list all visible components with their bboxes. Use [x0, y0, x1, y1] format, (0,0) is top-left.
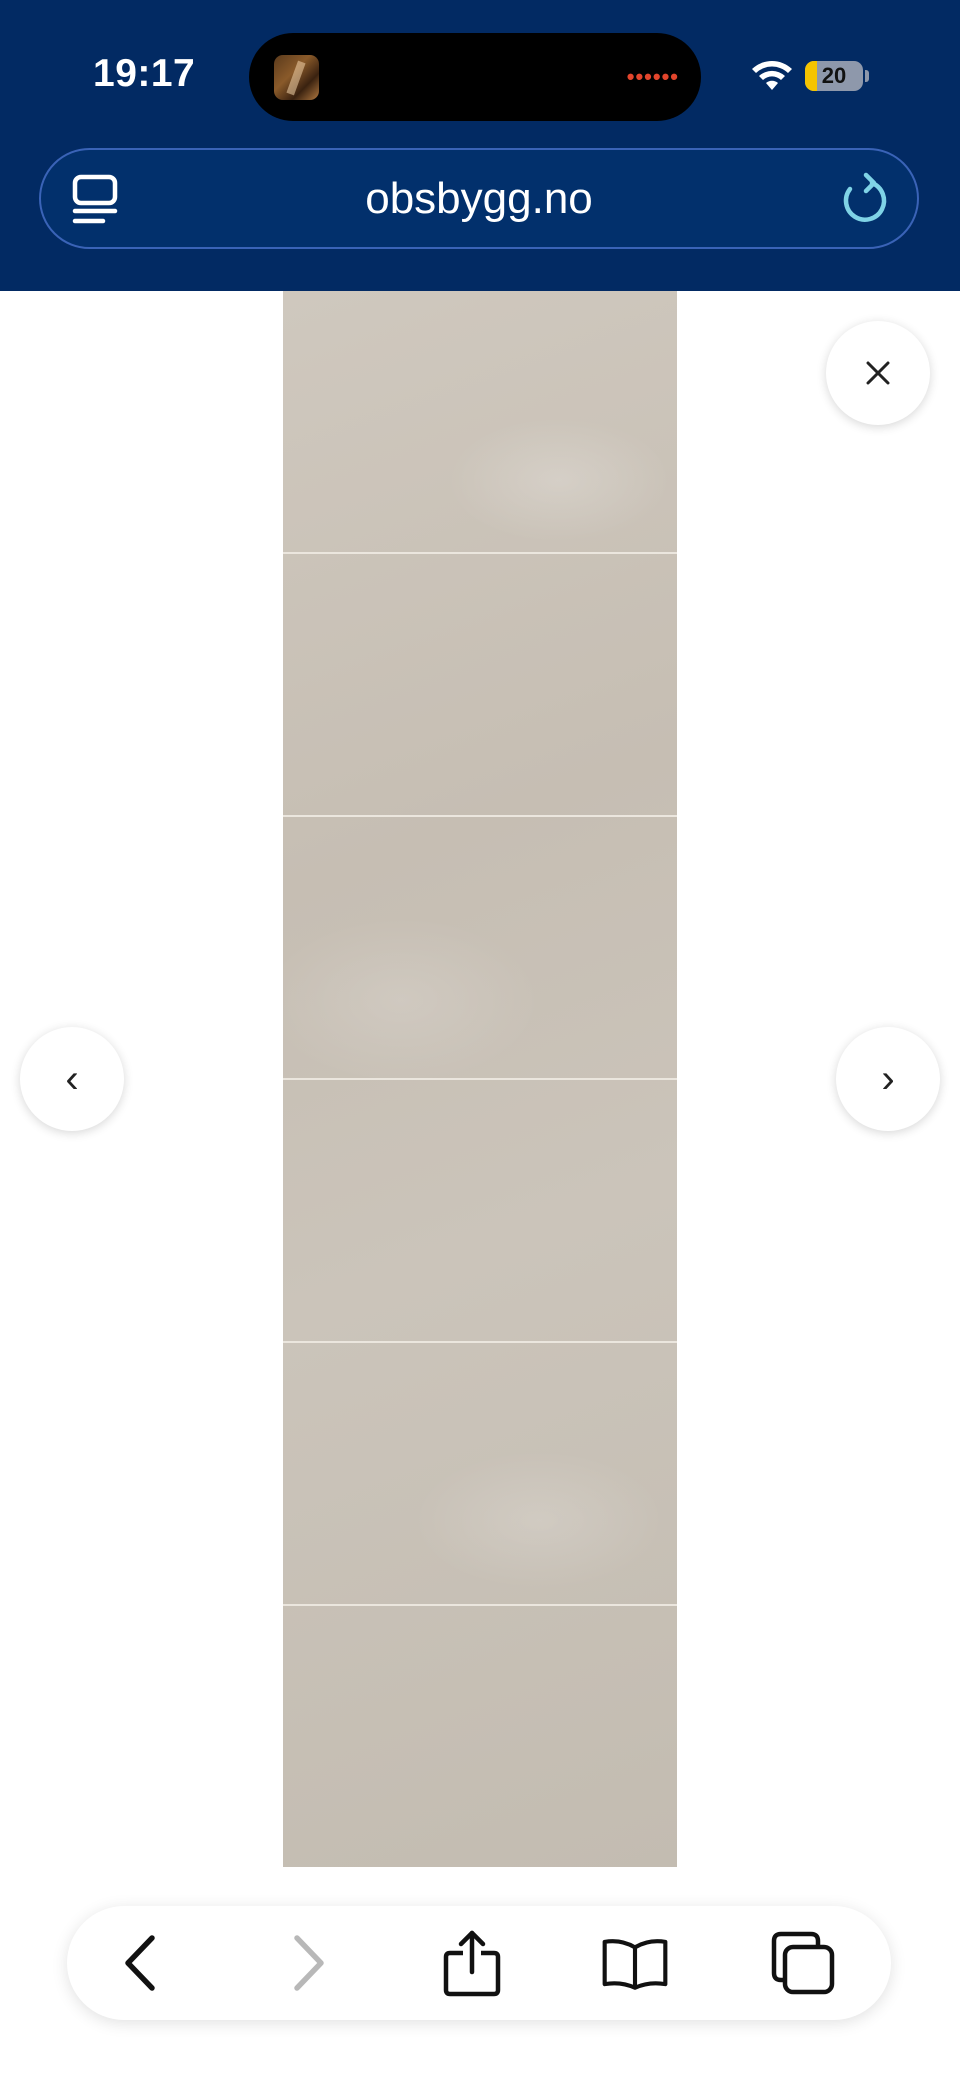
- battery-icon: 20: [805, 61, 863, 91]
- tile-joint: [283, 815, 677, 817]
- product-image: [283, 291, 677, 1867]
- next-image-button[interactable]: ›: [836, 1027, 940, 1131]
- address-bar[interactable]: obsbygg.no: [39, 148, 919, 249]
- share-button[interactable]: [438, 1929, 506, 1997]
- browser-top-chrome: 19:17 •••••• 20 obsbygg.no: [0, 0, 960, 291]
- browser-toolbar: [67, 1906, 891, 2020]
- home-indicator: [340, 2062, 620, 2072]
- now-playing-artwork: [274, 55, 319, 100]
- forward-icon: [294, 1935, 324, 1991]
- reload-icon[interactable]: [839, 172, 889, 226]
- chevron-left-icon: ‹: [65, 1057, 79, 1101]
- close-gallery-button[interactable]: [826, 321, 930, 425]
- back-icon: [125, 1935, 155, 1991]
- forward-button[interactable]: [275, 1929, 343, 1997]
- tabs-icon: [771, 1931, 835, 1995]
- dynamic-island[interactable]: ••••••: [249, 33, 701, 121]
- status-time: 19:17: [93, 52, 196, 95]
- tile-joint: [283, 552, 677, 554]
- live-activity-indicator: ••••••: [626, 64, 679, 89]
- wifi-icon: [752, 61, 792, 90]
- reader-mode-icon[interactable]: [71, 174, 119, 226]
- tile-joint: [283, 1341, 677, 1343]
- share-icon: [443, 1930, 501, 1997]
- battery-percentage: 20: [821, 63, 847, 88]
- url-text[interactable]: obsbygg.no: [151, 150, 807, 247]
- back-button[interactable]: [106, 1929, 174, 1997]
- close-icon: [866, 361, 890, 385]
- battery-cap: [865, 70, 869, 82]
- chevron-right-icon: ›: [881, 1057, 895, 1101]
- tabs-button[interactable]: [769, 1929, 837, 1997]
- tile-joint: [283, 1604, 677, 1606]
- bookmarks-icon: [602, 1939, 668, 1990]
- tile-joint: [283, 1078, 677, 1080]
- previous-image-button[interactable]: ‹: [20, 1027, 124, 1131]
- bookmarks-button[interactable]: [601, 1929, 669, 1997]
